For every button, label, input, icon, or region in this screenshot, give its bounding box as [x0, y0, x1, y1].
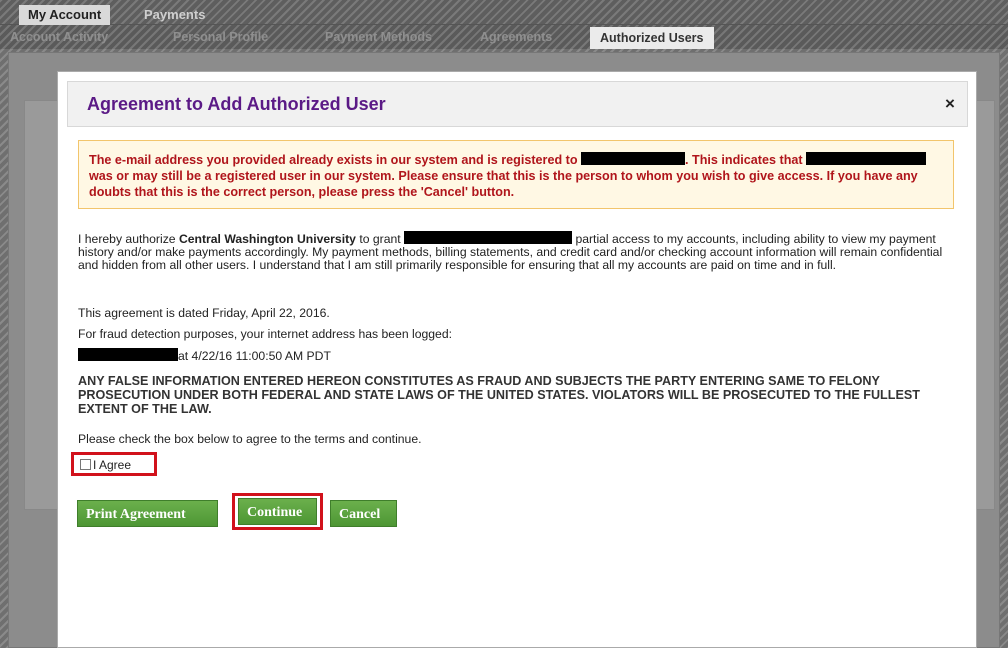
agree-highlight: I Agree — [71, 452, 157, 476]
redacted-ip — [78, 348, 178, 361]
agreement-modal: Agreement to Add Authorized User × The e… — [57, 71, 977, 648]
cancel-button[interactable]: Cancel — [330, 500, 397, 527]
top-nav: My Account Payments — [0, 0, 1008, 25]
tab-my-account[interactable]: My Account — [19, 5, 111, 25]
warning-alert: The e-mail address you provided already … — [78, 140, 954, 209]
tab-account-activity[interactable]: Account Activity — [0, 25, 118, 49]
tab-payment-methods[interactable]: Payment Methods — [315, 25, 442, 49]
auth-organization: Central Washington University — [178, 232, 356, 246]
agree-label[interactable]: I Agree — [93, 458, 131, 472]
auth-text-pre: I hereby authorize — [78, 232, 176, 246]
tab-personal-profile[interactable]: Personal Profile — [163, 25, 278, 49]
redacted-name — [581, 152, 686, 165]
modal-header: Agreement to Add Authorized User × — [67, 81, 968, 127]
logged-address: at 4/22/16 11:00:50 AM PDT — [78, 348, 958, 363]
modal-title: Agreement to Add Authorized User — [87, 94, 386, 114]
warning-text-3: was or may still be a registered user in… — [89, 169, 918, 199]
agreement-date: This agreement is dated Friday, April 22… — [78, 306, 330, 320]
redacted-name — [806, 152, 927, 165]
close-icon[interactable]: × — [941, 95, 959, 113]
print-agreement-button[interactable]: Print Agreement — [77, 500, 218, 527]
warning-text-2: . This indicates that — [685, 153, 803, 167]
continue-button[interactable]: Continue — [238, 498, 317, 525]
tab-authorized-users[interactable]: Authorized Users — [590, 27, 714, 49]
tab-payments[interactable]: Payments — [135, 5, 214, 25]
agree-checkbox[interactable] — [80, 459, 91, 470]
check-prompt: Please check the box below to agree to t… — [78, 432, 422, 446]
fraud-note: For fraud detection purposes, your inter… — [78, 327, 452, 341]
tab-agreements[interactable]: Agreements — [470, 25, 562, 49]
sub-nav: Account Activity Personal Profile Paymen… — [0, 25, 1008, 49]
redacted-name — [404, 231, 573, 244]
logged-timestamp: at 4/22/16 11:00:50 AM PDT — [178, 349, 331, 363]
auth-text-mid: to grant — [359, 232, 401, 246]
warning-text-1: The e-mail address you provided already … — [89, 153, 578, 167]
authorization-text: I hereby authorize Central Washington Un… — [78, 231, 958, 272]
legal-warning: ANY FALSE INFORMATION ENTERED HEREON CON… — [78, 374, 920, 416]
